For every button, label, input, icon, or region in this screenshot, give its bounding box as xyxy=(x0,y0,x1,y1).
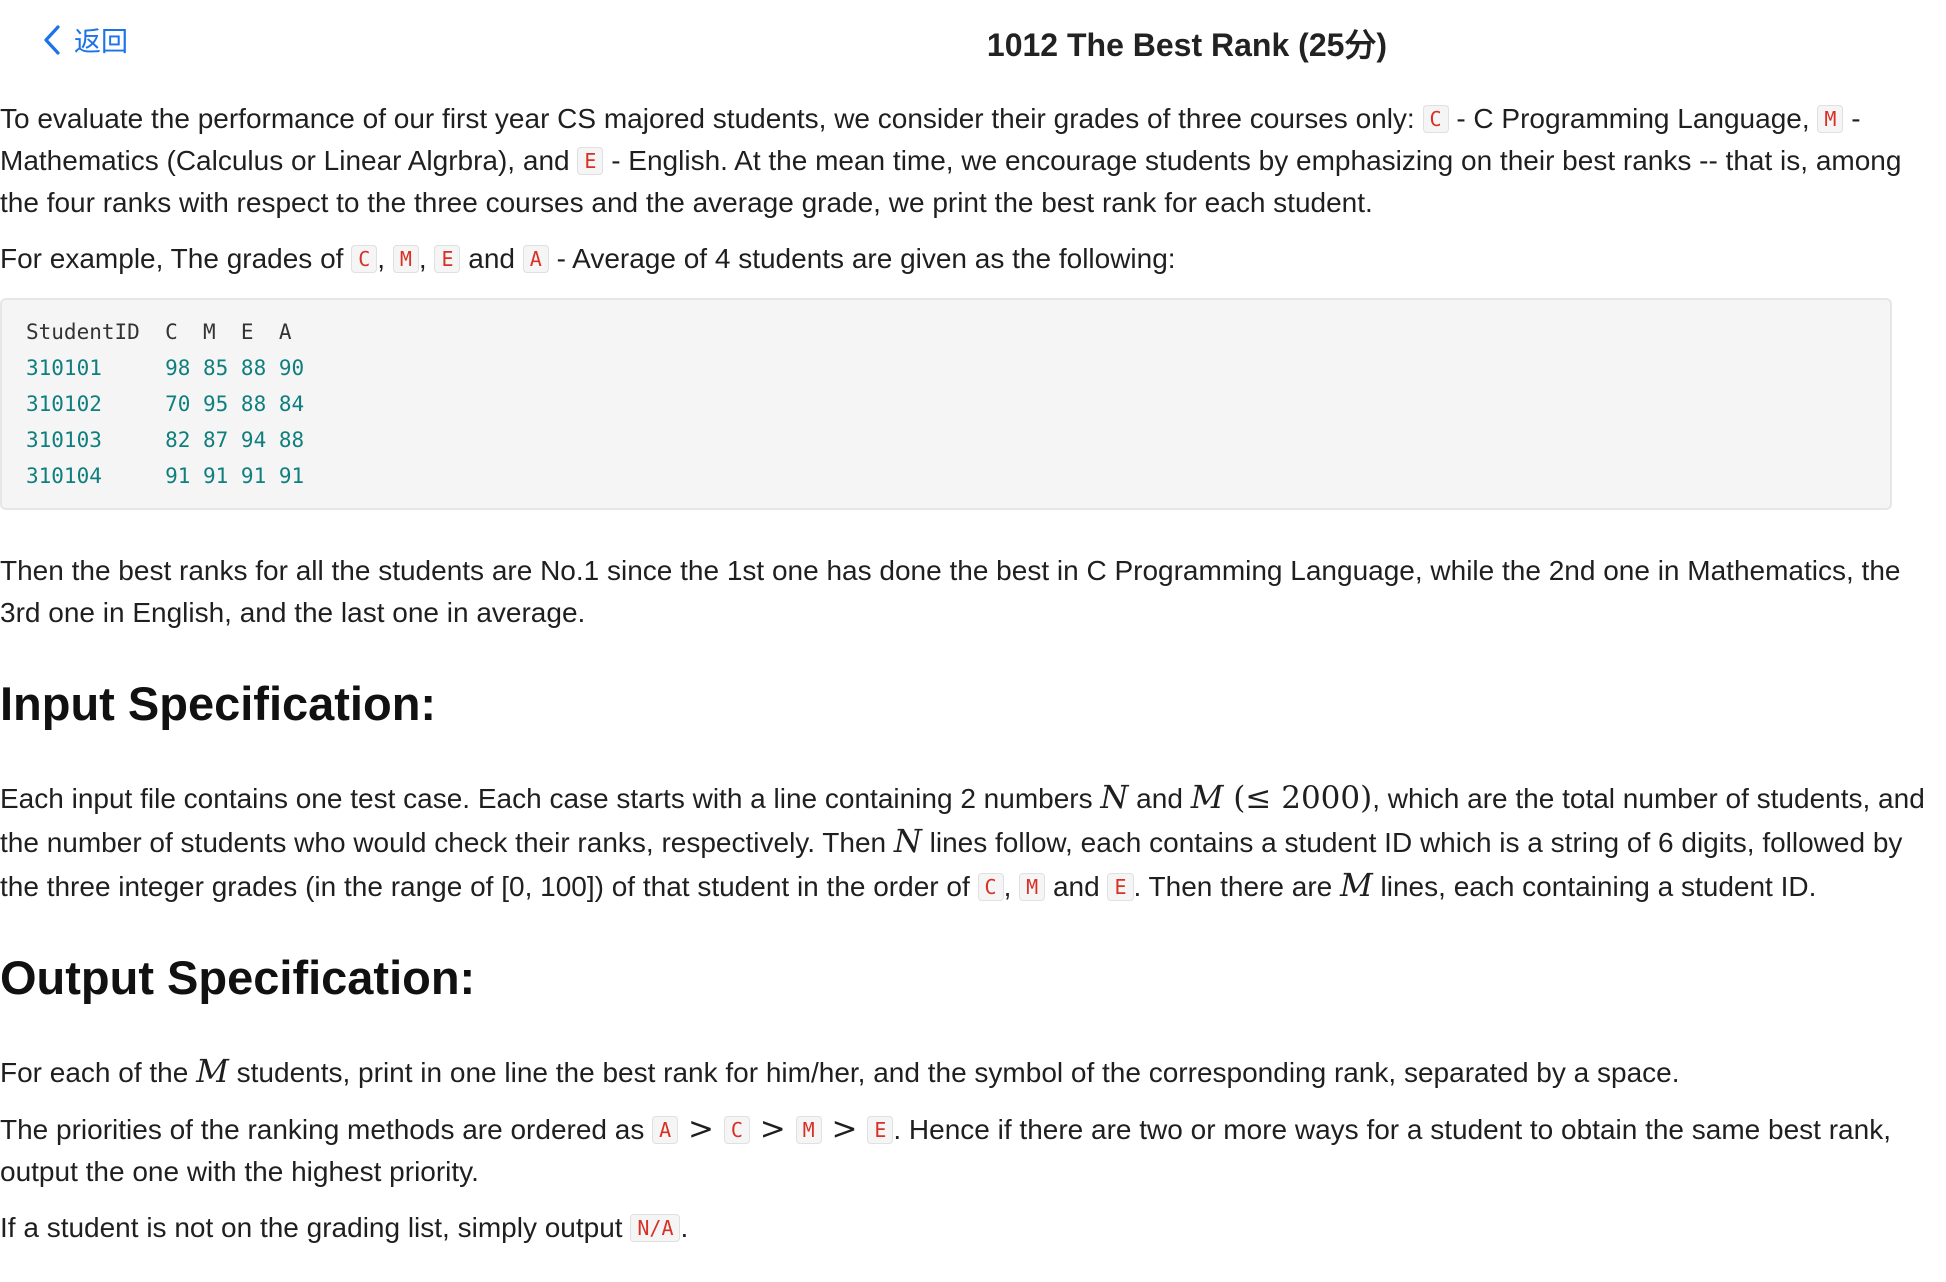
math-M: M xyxy=(1190,778,1224,816)
intro-paragraph: To evaluate the performance of our first… xyxy=(0,103,1902,218)
inline-code: E xyxy=(1107,873,1134,901)
inline-code: N/A xyxy=(630,1214,681,1242)
inline-code: C xyxy=(351,245,378,273)
grades-code-block[interactable]: StudentID C M E A 310101 98 85 88 90 310… xyxy=(0,298,1892,510)
output-spec-paragraph-2: The priorities of the ranking methods ar… xyxy=(0,1111,1891,1187)
math-gt: > xyxy=(749,1111,796,1147)
math-M: M xyxy=(1340,866,1373,904)
inline-code: A xyxy=(522,245,549,273)
inline-code: M xyxy=(1817,105,1844,133)
math-gt: > xyxy=(821,1111,868,1147)
output-spec-paragraph-3: If a student is not on the grading list,… xyxy=(0,1212,689,1243)
math-le: (≤ 2000) xyxy=(1223,780,1373,816)
output-spec-heading: Output Specification: xyxy=(0,951,476,1004)
page-title: 1012 The Best Rank (25分) xyxy=(986,27,1388,63)
code-line: 310104 91 91 91 91 xyxy=(26,464,305,488)
after-table-paragraph: Then the best ranks for all the students… xyxy=(0,555,1901,628)
page-header: 返回 1012 The Best Rank (25分) xyxy=(0,0,1946,80)
math-N: N xyxy=(1100,778,1129,816)
inline-code: C xyxy=(1422,105,1449,133)
inline-code: E xyxy=(434,245,461,273)
inline-code: E xyxy=(867,1116,894,1144)
inline-code: M xyxy=(1019,873,1046,901)
problem-page: 返回 1012 The Best Rank (25分) To evaluate … xyxy=(0,0,1946,1282)
code-line: 310101 98 85 88 90 xyxy=(26,356,305,380)
inline-code: M xyxy=(795,1116,822,1144)
inline-code: C xyxy=(723,1116,750,1144)
inline-code: M xyxy=(392,245,419,273)
math-M: M xyxy=(196,1052,229,1090)
code-header-line: StudentID C M E A xyxy=(26,320,292,344)
code-line: 310103 82 87 94 88 xyxy=(26,428,305,452)
inline-code: E xyxy=(577,147,604,175)
output-spec-paragraph-1: For each of the M students, print in one… xyxy=(0,1052,1680,1090)
input-spec-heading: Input Specification: xyxy=(0,677,437,730)
problem-content: To evaluate the performance of our first… xyxy=(0,98,1944,1263)
math-N: N xyxy=(893,822,922,860)
input-spec-paragraph: Each input file contains one test case. … xyxy=(0,778,1925,904)
example-paragraph: For example, The grades of C, M, E and A… xyxy=(0,243,1176,274)
inline-code: A xyxy=(652,1116,679,1144)
math-gt: > xyxy=(678,1111,724,1147)
code-line: 310102 70 95 88 84 xyxy=(26,392,305,416)
inline-code: C xyxy=(977,873,1004,901)
